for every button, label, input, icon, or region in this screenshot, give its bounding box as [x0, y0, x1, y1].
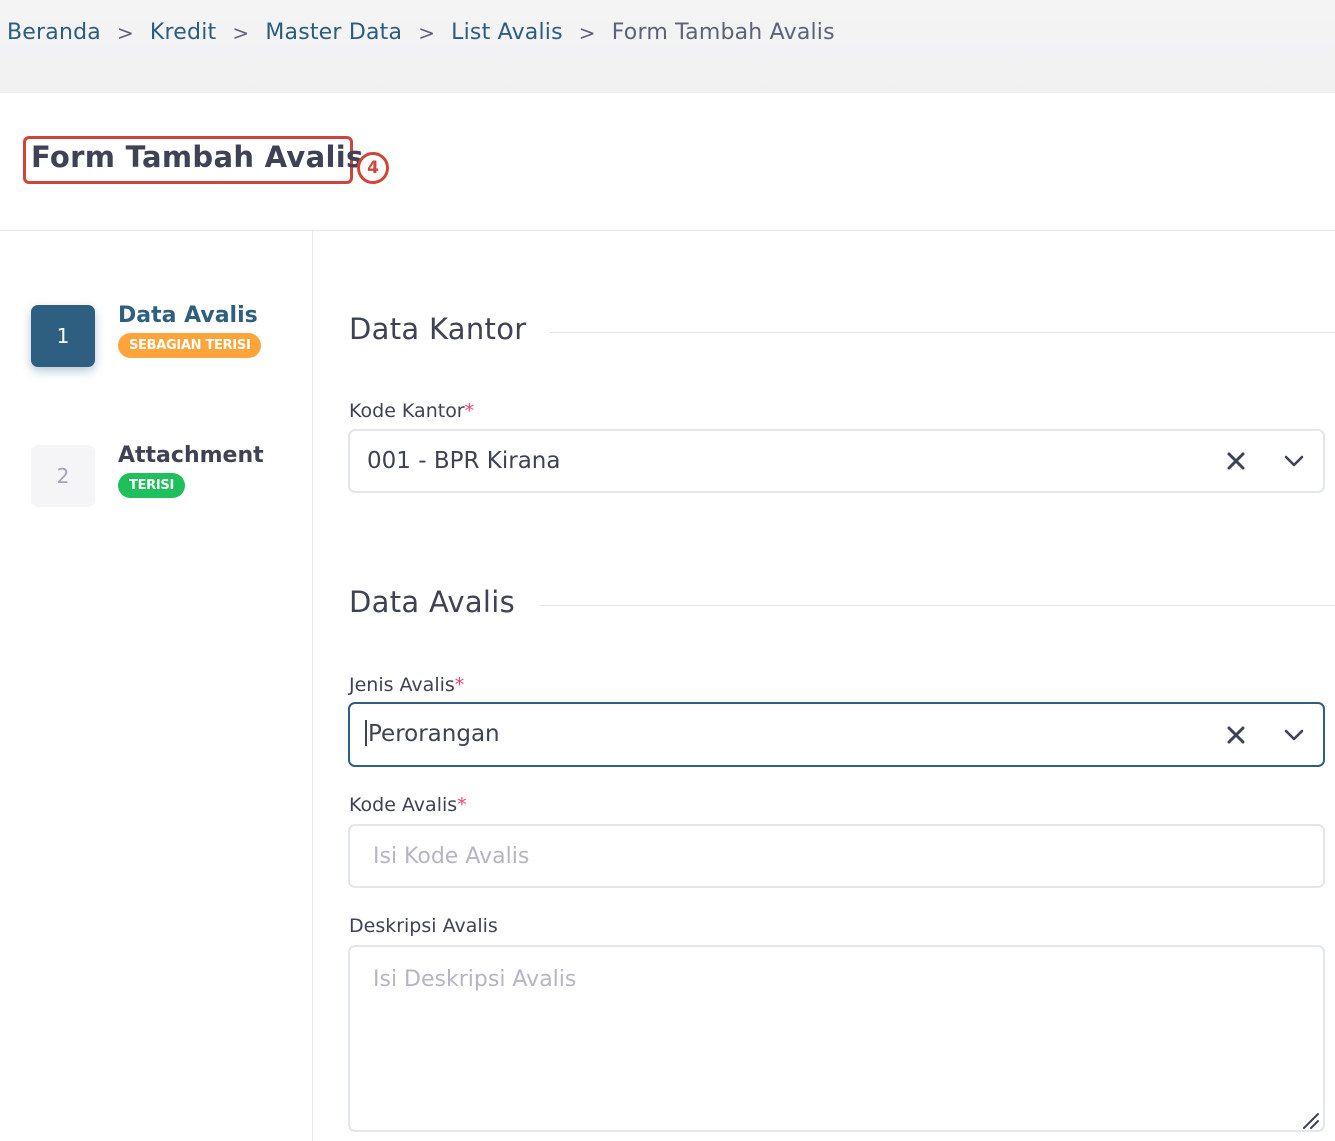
kode-kantor-value: 001 - BPR Kirana: [367, 448, 561, 474]
step-attachment[interactable]: 2 Attachment TERISI: [31, 443, 264, 507]
jenis-avalis-label: Jenis Avalis*: [349, 674, 464, 696]
jenis-avalis-value: Perorangan: [368, 721, 500, 748]
breadcrumb-link-list-avalis[interactable]: List Avalis: [451, 20, 563, 45]
step-data-avalis[interactable]: 1 Data Avalis SEBAGIAN TERISI: [31, 303, 262, 367]
required-mark: *: [454, 674, 465, 696]
page-header: Form Tambah Avalis 4: [0, 93, 1335, 231]
kode-avalis-input[interactable]: [348, 824, 1325, 888]
step-title: Data Avalis: [118, 303, 258, 328]
section-title-text: Data Avalis: [349, 585, 516, 619]
kode-kantor-label: Kode Kantor*: [349, 400, 474, 422]
kode-kantor-label-text: Kode Kantor: [349, 400, 465, 422]
status-badge: TERISI: [118, 473, 185, 498]
section-divider: [550, 331, 1335, 333]
jenis-avalis-select[interactable]: Perorangan: [348, 702, 1325, 767]
kode-avalis-label: Kode Avalis*: [349, 794, 467, 816]
step-number: 1: [31, 305, 95, 367]
status-badge: SEBAGIAN TERISI: [118, 333, 262, 358]
section-title-text: Data Kantor: [349, 312, 527, 346]
chevron-down-icon[interactable]: [1265, 431, 1323, 491]
stepper-panel: 1 Data Avalis SEBAGIAN TERISI 2 Attachme…: [0, 231, 313, 1141]
section-title-data-avalis: Data Avalis: [349, 585, 1335, 619]
kode-kantor-select[interactable]: 001 - BPR Kirana: [348, 429, 1325, 493]
breadcrumb-current: Form Tambah Avalis: [611, 20, 835, 45]
deskripsi-avalis-textarea[interactable]: [348, 945, 1325, 1132]
chevron-right-icon: >: [116, 20, 134, 45]
annotation-number-badge: 4: [357, 152, 389, 184]
close-icon[interactable]: [1207, 431, 1265, 491]
deskripsi-avalis-label: Deskripsi Avalis: [349, 915, 498, 937]
form-area: Data Kantor Kode Kantor* 001 - BPR Kiran…: [313, 231, 1335, 1141]
page-title: Form Tambah Avalis: [31, 140, 364, 174]
step-title: Attachment: [118, 443, 264, 468]
breadcrumb-link-beranda[interactable]: Beranda: [7, 20, 101, 45]
required-mark: *: [464, 400, 475, 422]
section-title-data-kantor: Data Kantor: [349, 312, 1335, 346]
close-icon[interactable]: [1207, 705, 1265, 765]
text-cursor: [365, 719, 367, 746]
resize-grip-icon[interactable]: [1300, 1110, 1320, 1130]
step-number: 2: [31, 445, 95, 507]
jenis-avalis-value-wrap: Perorangan: [350, 719, 1207, 748]
breadcrumb-bar: Beranda > Kredit > Master Data > List Av…: [0, 0, 1335, 93]
breadcrumb-link-master-data[interactable]: Master Data: [265, 20, 402, 45]
required-mark: *: [457, 794, 467, 816]
kode-avalis-label-text: Kode Avalis: [349, 794, 458, 816]
breadcrumb: Beranda > Kredit > Master Data > List Av…: [7, 20, 835, 45]
chevron-right-icon: >: [578, 20, 596, 45]
chevron-right-icon: >: [418, 20, 436, 45]
jenis-avalis-label-text: Jenis Avalis: [349, 674, 455, 696]
deskripsi-avalis-label-text: Deskripsi Avalis: [349, 915, 498, 937]
chevron-right-icon: >: [232, 20, 250, 45]
chevron-down-icon[interactable]: [1265, 705, 1323, 765]
section-divider: [539, 604, 1335, 606]
breadcrumb-link-kredit[interactable]: Kredit: [150, 20, 216, 45]
